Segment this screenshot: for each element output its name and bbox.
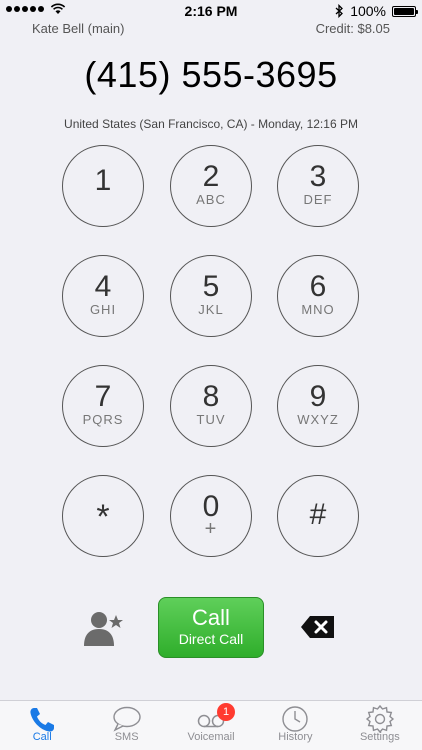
status-bar: 2:16 PM 100% bbox=[0, 0, 422, 22]
key-digit: 1 bbox=[94, 164, 112, 197]
account-name[interactable]: Kate Bell (main) bbox=[32, 21, 124, 36]
key-letters: + bbox=[204, 518, 218, 540]
account-bar: Kate Bell (main) Credit: $8.05 bbox=[32, 21, 390, 39]
key-1[interactable]: 1 bbox=[62, 145, 144, 227]
key-letters: PQRS bbox=[82, 412, 124, 427]
tab-settings[interactable]: Settings bbox=[338, 701, 422, 750]
key-5[interactable]: 5 JKL bbox=[170, 255, 252, 337]
call-button-label: Call bbox=[192, 605, 230, 630]
key-digit: 8 bbox=[202, 380, 220, 413]
backspace-button[interactable] bbox=[300, 614, 336, 640]
key-8[interactable]: 8 TUV bbox=[170, 365, 252, 447]
bluetooth-icon bbox=[335, 4, 344, 18]
key-digit: 2 bbox=[202, 160, 220, 193]
tab-voicemail[interactable]: 1 Voicemail bbox=[169, 701, 253, 750]
add-contact-button[interactable] bbox=[82, 608, 126, 648]
key-digit: 5 bbox=[202, 270, 220, 303]
key-digit: 3 bbox=[309, 160, 327, 193]
key-digit: 7 bbox=[94, 380, 112, 413]
key-star[interactable]: * bbox=[62, 475, 144, 557]
key-0[interactable]: 0 + bbox=[170, 475, 252, 557]
key-digit: 9 bbox=[309, 380, 327, 413]
key-letters: GHI bbox=[89, 302, 117, 317]
key-digit: * bbox=[96, 498, 110, 536]
backspace-icon bbox=[301, 616, 334, 638]
key-3[interactable]: 3 DEF bbox=[277, 145, 359, 227]
dialed-number: (415) 555-3695 bbox=[84, 54, 338, 95]
key-4[interactable]: 4 GHI bbox=[62, 255, 144, 337]
credit-balance: Credit: $8.05 bbox=[315, 21, 390, 36]
call-button[interactable]: Call Direct Call bbox=[158, 597, 264, 658]
dialer-screen: 2:16 PM 100% Kate Bell (main) Credit: $8… bbox=[0, 0, 422, 750]
tab-call[interactable]: Call bbox=[0, 701, 84, 750]
destination-info: United States (San Francisco, CA) - Mond… bbox=[64, 117, 358, 131]
key-2[interactable]: 2 ABC bbox=[170, 145, 252, 227]
key-letters: JKL bbox=[198, 302, 224, 317]
voicemail-badge: 1 bbox=[217, 703, 236, 721]
battery-percent: 100% bbox=[350, 3, 386, 19]
key-letters: TUV bbox=[196, 412, 226, 427]
key-letters: WXYZ bbox=[297, 412, 339, 427]
key-digit: # bbox=[309, 498, 327, 531]
tab-history[interactable]: History bbox=[253, 701, 337, 750]
key-9[interactable]: 9 WXYZ bbox=[277, 365, 359, 447]
status-right: 100% bbox=[335, 3, 418, 19]
key-digit: 4 bbox=[94, 270, 112, 303]
key-letters: ABC bbox=[196, 192, 226, 207]
key-6[interactable]: 6 MNO bbox=[277, 255, 359, 337]
phone-icon bbox=[30, 708, 55, 732]
clock-icon bbox=[282, 706, 309, 732]
key-hash[interactable]: # bbox=[277, 475, 359, 557]
tab-sms[interactable]: SMS bbox=[84, 701, 168, 750]
key-letters: MNO bbox=[301, 302, 335, 317]
chat-bubble-icon bbox=[112, 706, 141, 732]
key-7[interactable]: 7 PQRS bbox=[62, 365, 144, 447]
call-button-sublabel: Direct Call bbox=[178, 631, 244, 647]
battery-icon bbox=[392, 5, 418, 17]
add-contact-icon bbox=[84, 612, 123, 646]
tab-bar: Call SMS 1 Voicemail History Settings bbox=[0, 700, 422, 750]
gear-icon bbox=[365, 704, 394, 734]
key-letters: DEF bbox=[303, 192, 333, 207]
key-digit: 6 bbox=[309, 270, 327, 303]
